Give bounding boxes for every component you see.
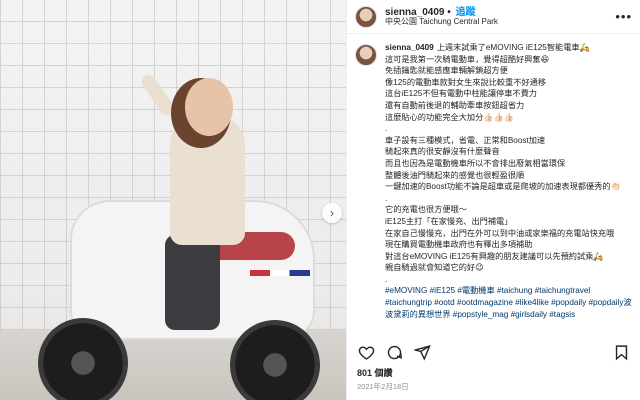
scooter-stripe <box>250 270 310 276</box>
caption-username[interactable]: sienna_0409 <box>385 43 434 52</box>
post-photo[interactable]: › <box>0 0 346 400</box>
avatar[interactable] <box>355 5 377 28</box>
caption: sienna_0409 上週末試乘了eMOVING iE125智能電車🛵 這可是我… <box>355 42 632 338</box>
likes-count[interactable]: 801 個讚 <box>357 366 393 379</box>
heart-icon[interactable] <box>355 341 377 363</box>
chevron-right-icon[interactable]: › <box>322 203 342 223</box>
bookmark-icon[interactable] <box>610 341 632 363</box>
location-link[interactable]: 中央公園 Taichung Central Park <box>385 17 498 27</box>
post-panel: sienna_0409 • 追蹤 中央公園 Taichung Central P… <box>346 0 640 400</box>
comment-icon[interactable] <box>383 341 405 363</box>
separator: • <box>447 6 451 18</box>
avatar[interactable] <box>355 44 377 66</box>
post-header: sienna_0409 • 追蹤 中央公園 Taichung Central P… <box>347 0 640 34</box>
scooter-front-wheel <box>38 318 128 400</box>
action-bar <box>355 340 632 364</box>
username[interactable]: sienna_0409 <box>385 7 445 18</box>
caption-text: sienna_0409 上週末試乘了eMOVING iE125智能電車🛵 這可是我… <box>385 42 632 338</box>
caption-hashtags[interactable]: #eMOVING #iE125 #電動機車 #taichung #taichun… <box>385 286 632 318</box>
header-line1: sienna_0409 • 追蹤 <box>385 7 498 18</box>
rider-legs <box>165 235 220 330</box>
post-date: 2021年2月18日 <box>357 382 409 391</box>
share-icon[interactable] <box>411 341 433 363</box>
header-text: sienna_0409 • 追蹤 中央公園 Taichung Central P… <box>385 7 498 27</box>
caption-body: 上週末試乘了eMOVING iE125智能電車🛵 這可是我第一次騎電動車，覺得超… <box>385 43 621 284</box>
more-horizontal-icon[interactable]: ••• <box>615 9 632 24</box>
follow-button[interactable]: 追蹤 <box>456 7 476 18</box>
scooter-back-wheel <box>230 320 320 400</box>
rider-head <box>185 78 233 136</box>
